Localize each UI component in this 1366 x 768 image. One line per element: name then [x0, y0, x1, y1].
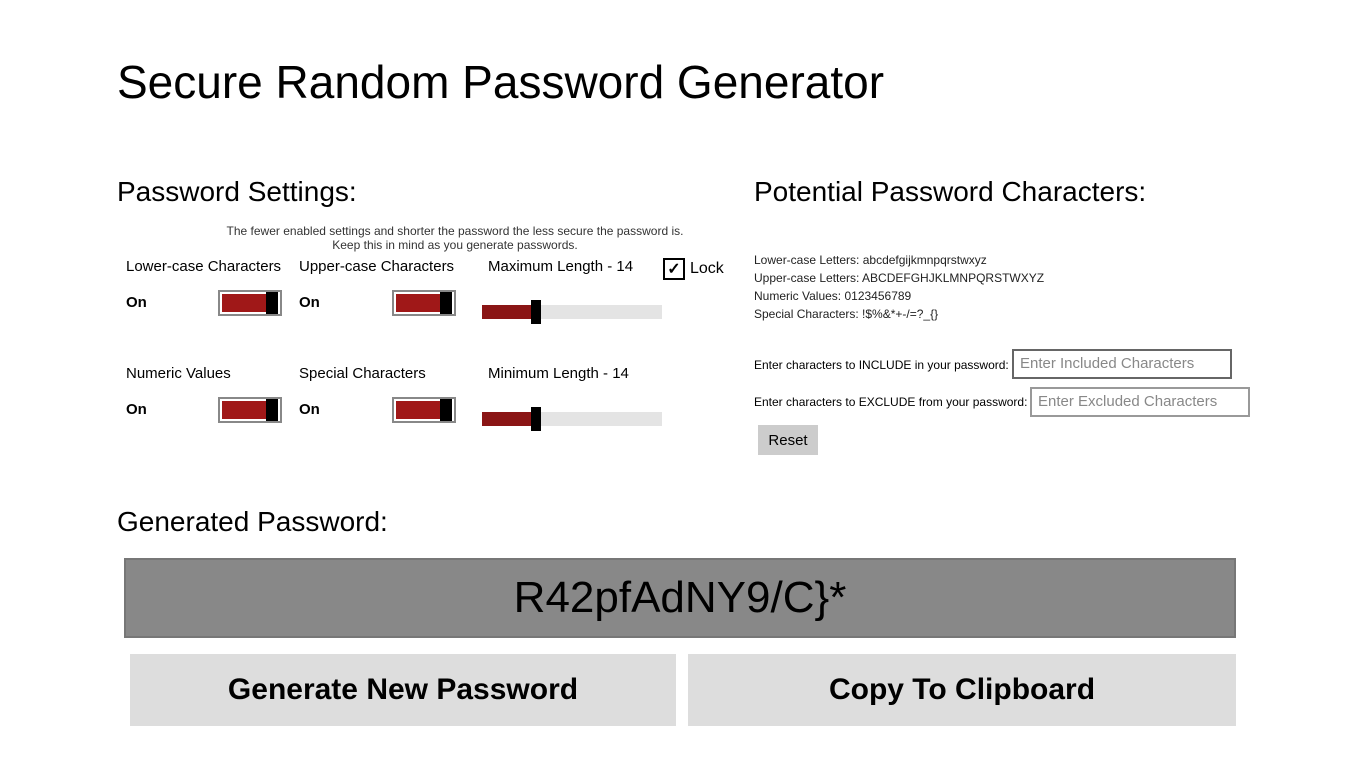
hint-line-1: The fewer enabled settings and shorter t… — [227, 224, 684, 238]
uppercase-state: On — [299, 294, 320, 311]
numeric-state: On — [126, 401, 147, 418]
special-toggle[interactable] — [392, 397, 456, 423]
potential-heading: Potential Password Characters: — [754, 176, 1146, 208]
min-length-label: Minimum Length - 14 — [488, 365, 629, 382]
include-input[interactable]: Enter Included Characters — [1012, 349, 1232, 379]
settings-heading: Password Settings: — [117, 176, 357, 208]
lowercase-label: Lower-case Characters — [126, 258, 281, 275]
copy-button[interactable]: Copy To Clipboard — [688, 654, 1236, 726]
min-length-slider[interactable] — [482, 412, 662, 426]
hint-line-2: Keep this in mind as you generate passwo… — [332, 238, 577, 252]
numeric-toggle[interactable] — [218, 397, 282, 423]
max-length-label: Maximum Length - 14 — [488, 258, 633, 275]
max-length-slider[interactable] — [482, 305, 662, 319]
charset-special: Special Characters: !$%&*+-/=?_{} — [754, 307, 938, 321]
uppercase-toggle[interactable] — [392, 290, 456, 316]
numeric-label: Numeric Values — [126, 365, 231, 382]
lock-label: Lock — [690, 260, 724, 278]
lowercase-toggle[interactable] — [218, 290, 282, 316]
charset-upper: Upper-case Letters: ABCDEFGHJKLMNPQRSTWX… — [754, 271, 1044, 285]
uppercase-label: Upper-case Characters — [299, 258, 454, 275]
settings-hint: The fewer enabled settings and shorter t… — [210, 224, 700, 253]
special-label: Special Characters — [299, 365, 426, 382]
charset-lower: Lower-case Letters: abcdefgijkmnpqrstwxy… — [754, 253, 987, 267]
generated-heading: Generated Password: — [117, 506, 388, 538]
page-title: Secure Random Password Generator — [117, 55, 884, 109]
exclude-label: Enter characters to EXCLUDE from your pa… — [754, 395, 1027, 409]
generated-password-output: R42pfAdNY9/C}* — [124, 558, 1236, 638]
exclude-input[interactable]: Enter Excluded Characters — [1030, 387, 1250, 417]
lowercase-state: On — [126, 294, 147, 311]
reset-button[interactable]: Reset — [758, 425, 818, 455]
lock-control[interactable]: ✓ Lock — [663, 258, 724, 280]
include-label: Enter characters to INCLUDE in your pass… — [754, 358, 1009, 372]
charset-numeric: Numeric Values: 0123456789 — [754, 289, 911, 303]
lock-checkbox[interactable]: ✓ — [663, 258, 685, 280]
generate-button[interactable]: Generate New Password — [130, 654, 676, 726]
special-state: On — [299, 401, 320, 418]
